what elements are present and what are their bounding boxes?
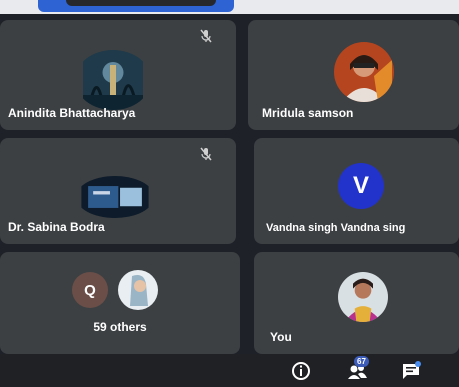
mic-off-icon [200,29,212,43]
info-icon[interactable] [290,360,312,382]
participant-tile-mridula[interactable]: Mridula samson [248,20,459,130]
participant-name: Dr. Sabina Bodra [8,220,105,234]
avatar-vandna: V [338,163,384,209]
chat-button[interactable] [400,360,422,382]
participant-grid: Anindita Bhattacharya Mridula samson Dr.… [0,14,459,354]
avatar-sabina [81,176,149,218]
avatar-mridula [334,42,394,102]
avatar-others-q: Q [72,272,108,308]
chat-icon [403,361,421,379]
avatar-anindita [83,50,143,110]
presentation-bar-inner [66,0,216,6]
participant-tile-anindita[interactable]: Anindita Bhattacharya [0,20,236,130]
mic-off-icon [200,147,212,161]
people-button[interactable]: 67 [346,356,369,382]
participant-tile-vandna[interactable]: V Vandna singh Vandna sing [254,138,459,244]
others-tile[interactable]: Q 59 others [0,252,240,354]
avatar-others-photo [118,270,158,310]
participant-tile-sabina[interactable]: Dr. Sabina Bodra [0,138,236,244]
participant-name: Anindita Bhattacharya [8,106,136,120]
others-count: 59 others [93,320,147,334]
top-strip [0,0,459,14]
participant-name: Vandna singh Vandna sing [266,222,406,234]
participant-name: Mridula samson [262,106,354,120]
avatar-you [338,272,388,322]
people-count-badge: 67 [354,356,369,367]
bottom-toolbar: 67 [0,354,459,387]
participant-name: You [270,330,292,344]
participant-tile-you[interactable]: You [254,252,459,354]
